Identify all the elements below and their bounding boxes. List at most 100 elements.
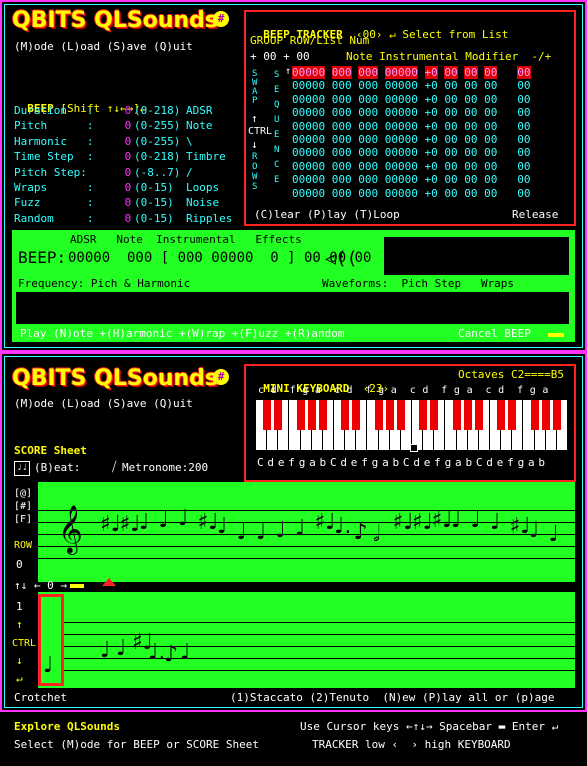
param-value[interactable]: 0 [118,181,132,195]
score-footer[interactable]: (1)Staccato (2)Tenuto (N)ew (P)lay all o… [230,691,555,705]
tracker-cell[interactable]: 000 [358,66,379,79]
score-note[interactable]: ♯♩ [412,512,433,534]
piano-keys[interactable] [256,400,568,450]
tracker-cell[interactable]: +0 [425,160,438,173]
tracker-row[interactable]: 00000 000 000 00000 +0 00 00 00 00 [292,120,531,133]
tracker-cell[interactable]: +0 [425,120,438,133]
tracker-cell[interactable]: 00000 [384,66,418,79]
tracker-cell[interactable]: 000 [358,160,378,173]
black-key[interactable] [352,400,361,430]
param-row[interactable]: Time Step : 0 (0-218) Timbre [14,150,226,164]
black-key[interactable] [541,400,550,430]
tracker-cell[interactable]: +0 [425,93,438,106]
score-note[interactable]: ♩ [490,512,500,534]
black-key[interactable] [419,400,428,430]
tracker-cell[interactable]: 00000 [292,106,325,119]
tracker-cell[interactable]: 000 [358,120,378,133]
param-value[interactable]: 0 [118,104,132,118]
tracker-cell[interactable]: 00 [517,93,530,106]
black-key[interactable] [552,400,561,430]
tracker-cell[interactable]: 00 [464,93,477,106]
param-value[interactable]: 0 [118,166,132,180]
score-note[interactable]: ♯♩ [510,516,531,538]
black-key[interactable] [474,400,483,430]
tracker-cell[interactable]: 000 [332,133,352,146]
tracker-row[interactable]: 00000 000 000 00000 +0 00 00 00 00 [292,160,531,173]
black-key[interactable] [307,400,316,430]
tracker-cell[interactable]: 00 [464,187,477,200]
tracker-cell[interactable]: 00000 [385,187,418,200]
group-plus[interactable]: + 00 + 00 [250,50,310,64]
tracker-cell[interactable]: 00 [517,133,530,146]
tracker-row[interactable]: 00000 000 000 00000 +0 00 00 00 00 [292,134,531,146]
tracker-cell[interactable]: +0 [424,66,438,79]
black-key[interactable] [530,400,539,430]
tracker-cell[interactable]: 00 [444,160,457,173]
score-note[interactable]: ♩ [237,522,247,544]
tracker-cell[interactable]: 00 [444,106,457,119]
tracker-cell[interactable]: 00 [464,133,477,146]
beat-label[interactable]: (B)eat: [34,461,80,475]
black-key[interactable] [296,400,305,430]
black-key[interactable] [341,400,350,430]
score-note[interactable]: ♩ [217,516,227,538]
tracker-cell[interactable]: 000 [358,173,378,186]
main-menu[interactable]: (M)ode (L)oad (S)ave (Q)uit [14,40,193,54]
param-value[interactable]: 0 [118,212,132,226]
tracker-cell[interactable]: 00 [444,146,457,159]
black-key[interactable] [274,400,283,430]
tracker-cell[interactable]: +0 [425,187,438,200]
score-note[interactable]: ♩ [295,518,305,540]
tracker-cell[interactable]: +0 [425,79,438,92]
tracker-cell[interactable]: 000 [358,146,378,159]
score-note[interactable]: ♯♩ [120,514,141,536]
tracker-cell[interactable]: 00000 [292,173,325,186]
score-note[interactable]: ♩. [334,516,351,538]
tracker-cell[interactable]: 00 [464,173,477,186]
score-note[interactable]: ♩ [471,510,481,532]
score-note[interactable]: ♯♩ [315,512,336,534]
tracker-cell[interactable]: 00 [517,66,531,79]
score-note[interactable]: ♩ [549,524,559,546]
crotchet-box[interactable]: ♩ [38,594,64,686]
param-value[interactable]: 0 [118,196,132,210]
param-row[interactable]: Duration : 0 (0-218) ADSR [14,104,213,118]
param-row[interactable]: Random : 0 (0-15) Ripples [14,212,232,226]
tracker-cell[interactable]: 00 [484,66,498,79]
score-note[interactable]: ♩ [159,510,169,532]
tracker-cell[interactable]: 00 [444,133,457,146]
play-options[interactable]: Play (N)ote +(H)armonic +(W)rap +(F)uzz … [20,327,345,341]
tracker-cell[interactable]: 00000 [385,106,418,119]
tracker-cell[interactable]: 000 [332,106,352,119]
score-note[interactable]: ♯♩ [100,514,121,536]
tracker-cell[interactable]: 00000 [292,93,325,106]
param-row[interactable]: Pitch Step: 0 (-8..7) / [14,166,193,180]
tracker-cell[interactable]: 00 [464,120,477,133]
tracker-cell[interactable]: 00 [444,187,457,200]
black-key[interactable] [463,400,472,430]
black-key[interactable] [396,400,405,430]
black-key[interactable] [374,400,383,430]
tracker-cell[interactable]: 00000 [385,93,418,106]
tracker-cell[interactable]: 00 [517,106,530,119]
tracker-cell[interactable]: 00 [484,93,497,106]
tracker-cell[interactable]: 00 [484,133,497,146]
score-note[interactable]: ♩ [256,522,266,544]
param-row[interactable]: Pitch : 0 (0-255) Note [14,119,213,133]
tracker-row[interactable]: 00000 000 000 00000 +0 00 00 00 00 [292,107,531,119]
tracker-cell[interactable]: 00 [484,120,497,133]
tracker-cell[interactable]: 00000 [385,120,418,133]
black-key[interactable] [318,400,327,430]
tracker-cell[interactable]: 000 [358,79,378,92]
score-note[interactable]: ♩ [451,510,461,532]
param-value[interactable]: 0 [118,119,132,133]
tracker-cell[interactable]: 00 [464,160,477,173]
tracker-cell[interactable]: 00000 [385,173,418,186]
tracker-cell[interactable]: 00 [484,146,497,159]
metronome-label[interactable]: Metronome:200 [122,461,208,475]
tracker-cell[interactable]: +0 [425,146,438,159]
tracker-cell[interactable]: 00 [444,173,457,186]
tracker-cell[interactable]: 00000 [385,160,418,173]
black-key[interactable] [497,400,506,430]
tracker-row[interactable]: 00000 000 000 00000 +0 00 00 00 00 [292,80,531,92]
